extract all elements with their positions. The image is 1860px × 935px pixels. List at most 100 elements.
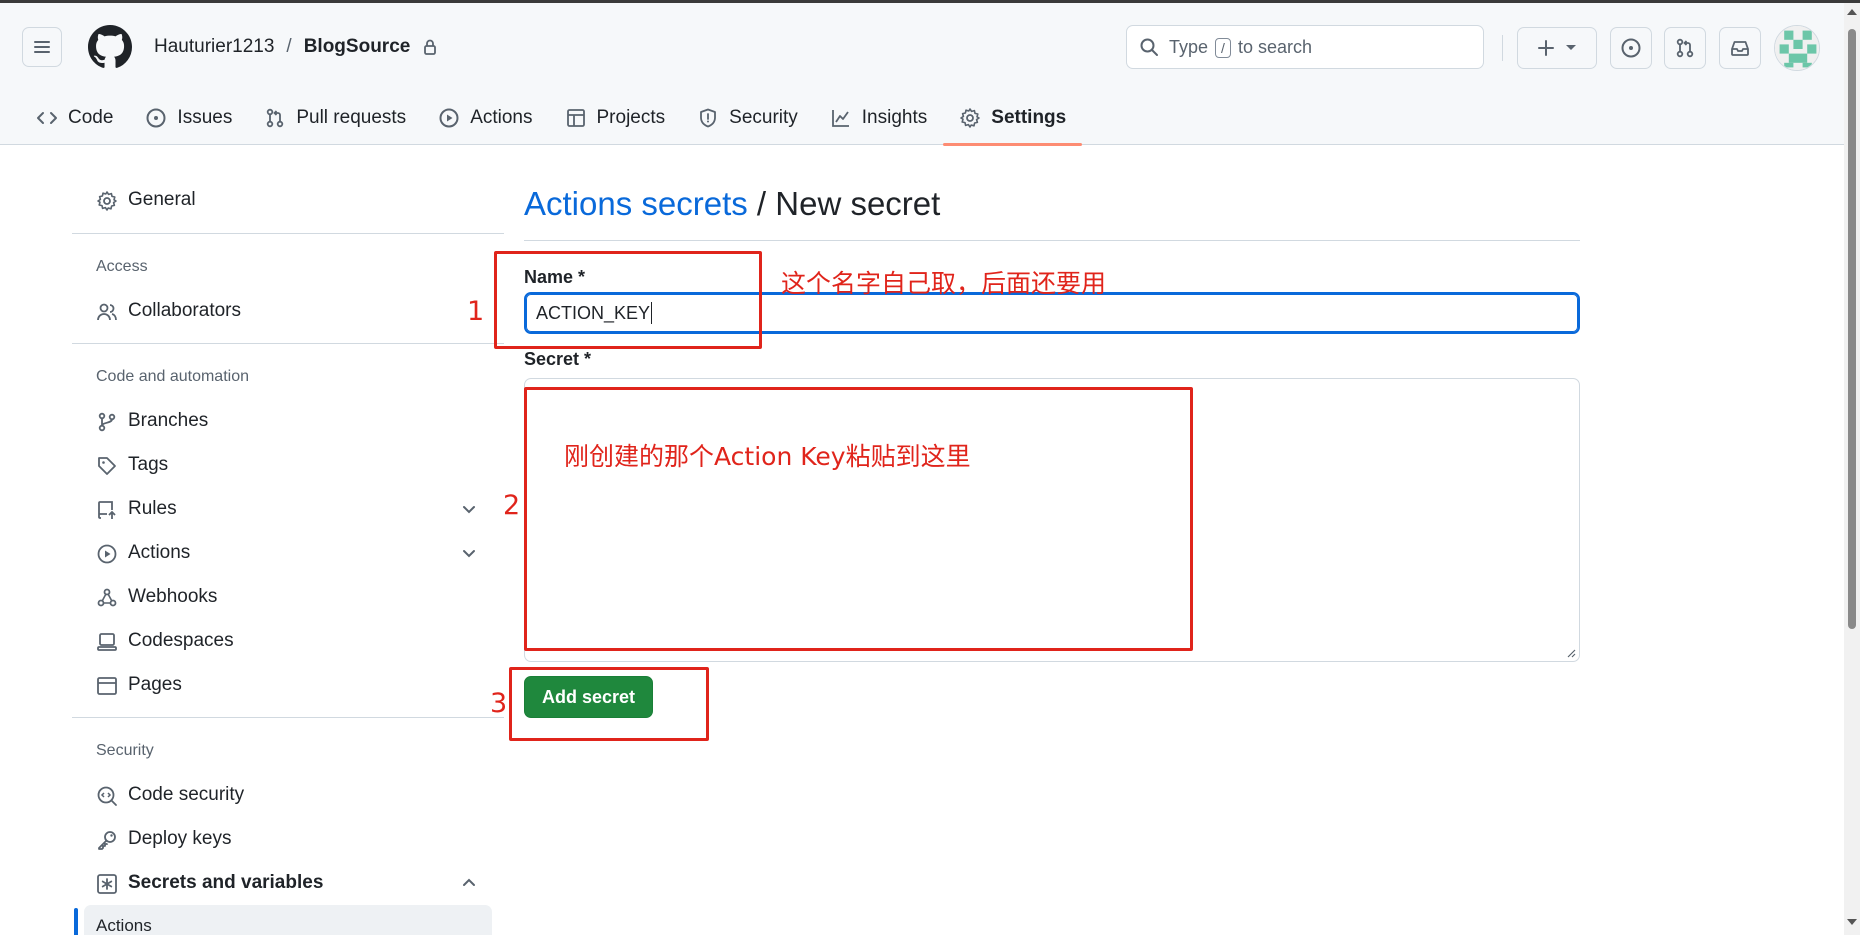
graph-icon <box>831 110 849 127</box>
sidebar-item-label: Webhooks <box>128 586 218 607</box>
annotation-box-2 <box>524 387 1193 651</box>
chevron-up-icon <box>463 878 475 886</box>
tab-security[interactable]: Security <box>681 91 814 145</box>
annotation-number-2: 2 <box>503 490 521 521</box>
sidebar-item-rules[interactable]: Rules <box>72 488 492 530</box>
tab-actions[interactable]: Actions <box>422 91 548 145</box>
page-scrollbar[interactable] <box>1844 3 1860 935</box>
your-issues-button[interactable] <box>1610 27 1652 69</box>
sidebar-section-security: Security <box>96 742 154 759</box>
tab-label: Projects <box>596 107 666 128</box>
shield-icon <box>700 108 717 128</box>
sidebar-item-label: Collaborators <box>128 300 241 321</box>
sidebar-divider <box>72 343 504 344</box>
plus-icon <box>1538 40 1554 56</box>
sidebar-divider <box>72 233 504 234</box>
sidebar-item-branches[interactable]: Branches <box>72 400 492 442</box>
sidebar-item-tags[interactable]: Tags <box>72 444 492 486</box>
your-pull-requests-button[interactable] <box>1664 27 1706 69</box>
scroll-down-arrow-icon[interactable] <box>1847 919 1857 925</box>
issue-opened-icon <box>1621 38 1641 58</box>
key-icon <box>98 831 116 850</box>
annotation-box-3 <box>509 667 709 741</box>
gear-icon <box>960 108 981 128</box>
github-logo-icon[interactable] <box>88 25 132 69</box>
user-avatar[interactable] <box>1774 25 1820 71</box>
lock-icon <box>424 39 437 55</box>
sidebar-item-code-security[interactable]: Code security <box>72 774 492 816</box>
sidebar-item-label: Rules <box>128 498 177 519</box>
search-shortcut-key: / <box>1215 37 1231 58</box>
sidebar-item-label: Code security <box>128 784 245 805</box>
hamburger-icon <box>34 41 50 53</box>
repo-push-icon <box>98 501 116 519</box>
sidebar-item-webhooks[interactable]: Webhooks <box>72 576 492 618</box>
notifications-inbox-button[interactable] <box>1719 27 1761 69</box>
resize-handle-icon[interactable] <box>1566 648 1576 658</box>
search-icon <box>1140 38 1158 56</box>
create-new-button[interactable] <box>1517 27 1597 69</box>
sidebar-section-access: Access <box>96 258 148 275</box>
tab-insights[interactable]: Insights <box>814 91 943 145</box>
git-pull-request-icon <box>1676 38 1694 58</box>
sidebar-subitem-actions[interactable]: Actions <box>84 905 492 935</box>
tab-label: Security <box>729 107 798 128</box>
scrollbar-thumb[interactable] <box>1848 29 1856 629</box>
sidebar-subitem-label: Actions <box>96 916 152 935</box>
repo-name-link[interactable]: BlogSource <box>304 36 411 58</box>
repo-owner-link[interactable]: Hauturier1213 <box>154 36 274 58</box>
gear-icon <box>97 191 117 211</box>
tab-issues[interactable]: Issues <box>129 91 248 145</box>
global-bar: Hauturier1213 / BlogSource Type / to sea… <box>0 3 1844 91</box>
triangle-down-icon <box>1566 45 1576 50</box>
tab-label: Issues <box>177 107 233 128</box>
sidebar-item-pages[interactable]: Pages <box>72 664 492 706</box>
sidebar-item-collaborators[interactable]: Collaborators <box>72 290 492 332</box>
breadcrumb-separator: / <box>286 36 292 57</box>
tab-projects[interactable]: Projects <box>549 91 682 145</box>
tab-label: Insights <box>861 107 928 128</box>
people-icon <box>97 303 117 321</box>
issue-opened-icon <box>146 108 166 128</box>
repo-header: Hauturier1213 / BlogSource Type / to sea… <box>0 3 1844 146</box>
breadcrumb: Hauturier1213 / BlogSource <box>154 36 438 58</box>
git-branch-icon <box>98 412 116 432</box>
tab-settings[interactable]: Settings <box>943 91 1083 146</box>
codescan-icon <box>97 786 117 806</box>
tab-code[interactable]: Code <box>20 91 129 145</box>
tag-icon <box>98 457 116 475</box>
sidebar-item-secrets-and-variables[interactable]: Secrets and variables <box>72 862 492 904</box>
sidebar-item-label: Tags <box>128 454 169 475</box>
sidebar-item-codespaces[interactable]: Codespaces <box>72 620 492 662</box>
sidebar-item-label: Secrets and variables <box>128 872 324 893</box>
sidebar-item-label: Branches <box>128 410 209 431</box>
tab-label: Settings <box>991 107 1067 128</box>
tab-label: Actions <box>470 107 533 128</box>
key-asterisk-icon <box>97 874 117 894</box>
sidebar-divider <box>72 717 504 718</box>
title-separator: / <box>747 185 776 222</box>
secret-label: Secret * <box>524 349 592 369</box>
sidebar-item-label: Pages <box>128 674 182 695</box>
sidebar-item-label: Deploy keys <box>128 828 232 849</box>
tab-label: Code <box>68 107 114 128</box>
search-suffix: to search <box>1237 36 1312 57</box>
search-input[interactable]: Type / to search <box>1126 25 1484 69</box>
annotation-number-1: 1 <box>467 296 485 327</box>
scroll-up-arrow-icon[interactable] <box>1847 9 1857 15</box>
annotation-box-1 <box>494 251 762 349</box>
header-divider <box>1502 35 1503 61</box>
menu-button[interactable] <box>22 27 62 67</box>
chevron-down-icon <box>463 506 475 514</box>
sidebar-item-actions[interactable]: Actions <box>72 532 492 574</box>
title-divider <box>524 240 1580 241</box>
title-current: New secret <box>775 185 941 222</box>
git-pull-request-icon <box>267 108 284 128</box>
sidebar-item-label: General <box>128 189 196 210</box>
actions-secrets-link[interactable]: Actions secrets <box>524 185 748 222</box>
tab-pull-requests[interactable]: Pull requests <box>248 91 422 145</box>
repo-tabs: Code Issues Pull requests Actions Projec… <box>20 91 1083 146</box>
sidebar-item-deploy-keys[interactable]: Deploy keys <box>72 818 492 860</box>
sidebar-item-general[interactable]: General <box>72 179 492 221</box>
sidebar-item-label: Actions <box>128 542 191 563</box>
